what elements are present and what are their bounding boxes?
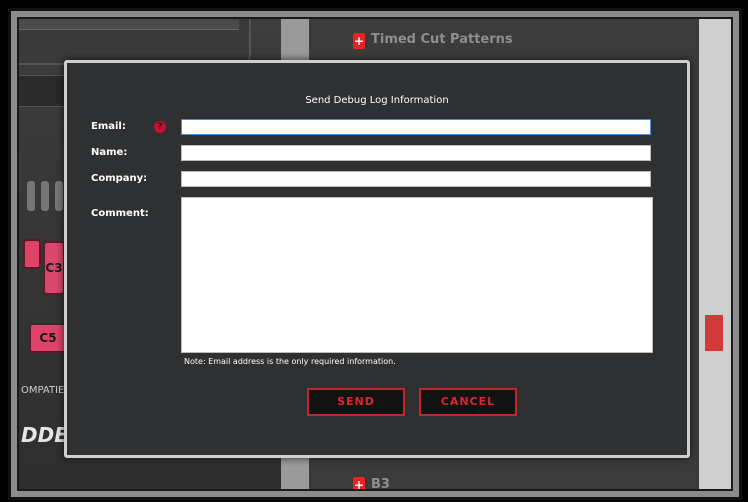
plus-icon[interactable]: + — [353, 33, 365, 49]
company-field[interactable] — [181, 171, 651, 187]
bg-red-tab[interactable] — [705, 315, 723, 351]
slider-slot — [27, 181, 35, 211]
debug-log-dialog: Send Debug Log Information Email: ? Name… — [64, 60, 690, 458]
plus-icon[interactable]: + — [353, 477, 365, 489]
left-top-panel — [19, 19, 251, 65]
email-field[interactable] — [181, 119, 651, 135]
bg-caption: OMPATIE — [21, 385, 65, 396]
cancel-button[interactable]: CANCEL — [419, 388, 517, 416]
right-scroll-column — [699, 19, 731, 489]
slider-slot — [55, 181, 63, 211]
name-label: Name: — [91, 147, 128, 158]
comment-label: Comment: — [91, 208, 149, 219]
bg-c5-button[interactable]: C5 — [29, 323, 67, 353]
name-field[interactable] — [181, 145, 651, 161]
bg-logo: DDE — [21, 423, 68, 447]
email-label: Email: — [91, 121, 126, 132]
bg-heading: Timed Cut Patterns — [371, 32, 513, 47]
required-note: Note: Email address is the only required… — [184, 357, 396, 366]
bg-pad[interactable] — [23, 239, 41, 269]
bg-play-button[interactable]: C3 — [43, 241, 65, 295]
company-label: Company: — [91, 173, 148, 184]
send-button[interactable]: SEND — [307, 388, 405, 416]
comment-textarea[interactable] — [181, 197, 653, 353]
help-icon[interactable]: ? — [154, 121, 166, 133]
dialog-title: Send Debug Log Information — [305, 95, 449, 106]
slider-slot — [41, 181, 49, 211]
bg-bottom-item: B3 — [371, 477, 390, 491]
